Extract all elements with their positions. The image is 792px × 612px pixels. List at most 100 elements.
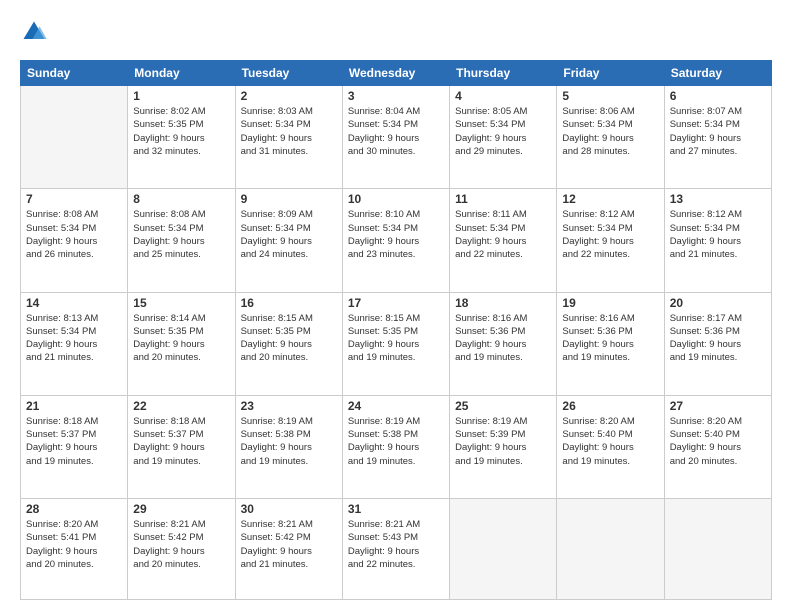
calendar-cell — [450, 499, 557, 600]
calendar-cell: 4 Sunrise: 8:05 AM Sunset: 5:34 PM Daylig… — [450, 86, 557, 189]
day-number: 24 — [348, 399, 444, 413]
day-info: Sunrise: 8:02 AM Sunset: 5:35 PM Dayligh… — [133, 105, 229, 158]
weekday-wednesday: Wednesday — [342, 61, 449, 86]
weekday-header-row: SundayMondayTuesdayWednesdayThursdayFrid… — [21, 61, 772, 86]
day-number: 20 — [670, 296, 766, 310]
day-number: 21 — [26, 399, 122, 413]
day-info: Sunrise: 8:20 AM Sunset: 5:40 PM Dayligh… — [670, 415, 766, 468]
calendar-cell: 24 Sunrise: 8:19 AM Sunset: 5:38 PM Dayli… — [342, 395, 449, 498]
calendar-cell: 17 Sunrise: 8:15 AM Sunset: 5:35 PM Dayli… — [342, 292, 449, 395]
day-info: Sunrise: 8:18 AM Sunset: 5:37 PM Dayligh… — [133, 415, 229, 468]
calendar-cell: 13Sunrise: 8:12 AM Sunset: 5:34 PM Dayli… — [664, 189, 771, 292]
calendar-cell: 15 Sunrise: 8:14 AM Sunset: 5:35 PM Dayli… — [128, 292, 235, 395]
day-info: Sunrise: 8:15 AM Sunset: 5:35 PM Dayligh… — [241, 312, 337, 365]
day-number: 25 — [455, 399, 551, 413]
calendar-cell: 16 Sunrise: 8:15 AM Sunset: 5:35 PM Dayli… — [235, 292, 342, 395]
day-info: Sunrise: 8:07 AM Sunset: 5:34 PM Dayligh… — [670, 105, 766, 158]
day-info: Sunrise: 8:11 AM Sunset: 5:34 PM Dayligh… — [455, 208, 551, 261]
day-number: 16 — [241, 296, 337, 310]
calendar-cell: 2Sunrise: 8:03 AM Sunset: 5:34 PM Daylig… — [235, 86, 342, 189]
day-number: 19 — [562, 296, 658, 310]
day-number: 28 — [26, 502, 122, 516]
calendar-cell: 18Sunrise: 8:16 AM Sunset: 5:36 PM Dayli… — [450, 292, 557, 395]
calendar-cell: 26 Sunrise: 8:20 AM Sunset: 5:40 PM Dayli… — [557, 395, 664, 498]
week-row-5: 28 Sunrise: 8:20 AM Sunset: 5:41 PM Dayli… — [21, 499, 772, 600]
day-number: 17 — [348, 296, 444, 310]
calendar-cell: 11 Sunrise: 8:11 AM Sunset: 5:34 PM Dayli… — [450, 189, 557, 292]
calendar-cell: 21 Sunrise: 8:18 AM Sunset: 5:37 PM Dayli… — [21, 395, 128, 498]
day-info: Sunrise: 8:18 AM Sunset: 5:37 PM Dayligh… — [26, 415, 122, 468]
day-info: Sunrise: 8:21 AM Sunset: 5:43 PM Dayligh… — [348, 518, 444, 571]
day-number: 3 — [348, 89, 444, 103]
weekday-saturday: Saturday — [664, 61, 771, 86]
calendar-cell: 30 Sunrise: 8:21 AM Sunset: 5:42 PM Dayli… — [235, 499, 342, 600]
calendar-cell: 19 Sunrise: 8:16 AM Sunset: 5:36 PM Dayli… — [557, 292, 664, 395]
day-info: Sunrise: 8:16 AM Sunset: 5:36 PM Dayligh… — [562, 312, 658, 365]
week-row-2: 7 Sunrise: 8:08 AM Sunset: 5:34 PM Daylig… — [21, 189, 772, 292]
calendar-cell: 1Sunrise: 8:02 AM Sunset: 5:35 PM Daylig… — [128, 86, 235, 189]
calendar-cell: 27 Sunrise: 8:20 AM Sunset: 5:40 PM Dayli… — [664, 395, 771, 498]
day-number: 12 — [562, 192, 658, 206]
day-info: Sunrise: 8:06 AM Sunset: 5:34 PM Dayligh… — [562, 105, 658, 158]
calendar-cell: 7Sunrise: 8:08 AM Sunset: 5:34 PM Daylig… — [21, 189, 128, 292]
day-number: 10 — [348, 192, 444, 206]
day-number: 6 — [670, 89, 766, 103]
calendar-cell: 29Sunrise: 8:21 AM Sunset: 5:42 PM Dayli… — [128, 499, 235, 600]
calendar-cell: 20 Sunrise: 8:17 AM Sunset: 5:36 PM Dayli… — [664, 292, 771, 395]
logo — [20, 18, 52, 46]
day-info: Sunrise: 8:19 AM Sunset: 5:39 PM Dayligh… — [455, 415, 551, 468]
calendar-cell: 3 Sunrise: 8:04 AM Sunset: 5:34 PM Daylig… — [342, 86, 449, 189]
day-number: 5 — [562, 89, 658, 103]
day-info: Sunrise: 8:17 AM Sunset: 5:36 PM Dayligh… — [670, 312, 766, 365]
calendar-cell: 9Sunrise: 8:09 AM Sunset: 5:34 PM Daylig… — [235, 189, 342, 292]
day-number: 18 — [455, 296, 551, 310]
day-number: 30 — [241, 502, 337, 516]
day-info: Sunrise: 8:04 AM Sunset: 5:34 PM Dayligh… — [348, 105, 444, 158]
day-number: 22 — [133, 399, 229, 413]
day-info: Sunrise: 8:05 AM Sunset: 5:34 PM Dayligh… — [455, 105, 551, 158]
day-info: Sunrise: 8:20 AM Sunset: 5:41 PM Dayligh… — [26, 518, 122, 571]
calendar-cell: 23 Sunrise: 8:19 AM Sunset: 5:38 PM Dayli… — [235, 395, 342, 498]
week-row-1: 1Sunrise: 8:02 AM Sunset: 5:35 PM Daylig… — [21, 86, 772, 189]
day-info: Sunrise: 8:15 AM Sunset: 5:35 PM Dayligh… — [348, 312, 444, 365]
calendar-cell: 28 Sunrise: 8:20 AM Sunset: 5:41 PM Dayli… — [21, 499, 128, 600]
day-number: 14 — [26, 296, 122, 310]
day-number: 9 — [241, 192, 337, 206]
weekday-sunday: Sunday — [21, 61, 128, 86]
day-info: Sunrise: 8:03 AM Sunset: 5:34 PM Dayligh… — [241, 105, 337, 158]
day-info: Sunrise: 8:14 AM Sunset: 5:35 PM Dayligh… — [133, 312, 229, 365]
calendar-cell — [557, 499, 664, 600]
header — [20, 18, 772, 46]
day-number: 13 — [670, 192, 766, 206]
weekday-tuesday: Tuesday — [235, 61, 342, 86]
day-number: 7 — [26, 192, 122, 206]
weekday-friday: Friday — [557, 61, 664, 86]
day-number: 4 — [455, 89, 551, 103]
day-number: 15 — [133, 296, 229, 310]
day-number: 26 — [562, 399, 658, 413]
day-number: 23 — [241, 399, 337, 413]
calendar-cell: 31Sunrise: 8:21 AM Sunset: 5:43 PM Dayli… — [342, 499, 449, 600]
calendar-cell: 25 Sunrise: 8:19 AM Sunset: 5:39 PM Dayli… — [450, 395, 557, 498]
day-info: Sunrise: 8:12 AM Sunset: 5:34 PM Dayligh… — [562, 208, 658, 261]
day-info: Sunrise: 8:08 AM Sunset: 5:34 PM Dayligh… — [133, 208, 229, 261]
page: SundayMondayTuesdayWednesdayThursdayFrid… — [0, 0, 792, 612]
calendar-cell: 8 Sunrise: 8:08 AM Sunset: 5:34 PM Daylig… — [128, 189, 235, 292]
calendar-cell — [664, 499, 771, 600]
calendar-cell: 5 Sunrise: 8:06 AM Sunset: 5:34 PM Daylig… — [557, 86, 664, 189]
day-info: Sunrise: 8:20 AM Sunset: 5:40 PM Dayligh… — [562, 415, 658, 468]
day-number: 11 — [455, 192, 551, 206]
calendar-cell — [21, 86, 128, 189]
day-info: Sunrise: 8:19 AM Sunset: 5:38 PM Dayligh… — [241, 415, 337, 468]
calendar-cell: 22 Sunrise: 8:18 AM Sunset: 5:37 PM Dayli… — [128, 395, 235, 498]
calendar-cell: 12 Sunrise: 8:12 AM Sunset: 5:34 PM Dayli… — [557, 189, 664, 292]
day-info: Sunrise: 8:13 AM Sunset: 5:34 PM Dayligh… — [26, 312, 122, 365]
day-info: Sunrise: 8:10 AM Sunset: 5:34 PM Dayligh… — [348, 208, 444, 261]
week-row-4: 21 Sunrise: 8:18 AM Sunset: 5:37 PM Dayli… — [21, 395, 772, 498]
calendar-cell: 10 Sunrise: 8:10 AM Sunset: 5:34 PM Dayli… — [342, 189, 449, 292]
day-info: Sunrise: 8:19 AM Sunset: 5:38 PM Dayligh… — [348, 415, 444, 468]
day-info: Sunrise: 8:21 AM Sunset: 5:42 PM Dayligh… — [133, 518, 229, 571]
day-number: 8 — [133, 192, 229, 206]
day-number: 27 — [670, 399, 766, 413]
day-info: Sunrise: 8:21 AM Sunset: 5:42 PM Dayligh… — [241, 518, 337, 571]
